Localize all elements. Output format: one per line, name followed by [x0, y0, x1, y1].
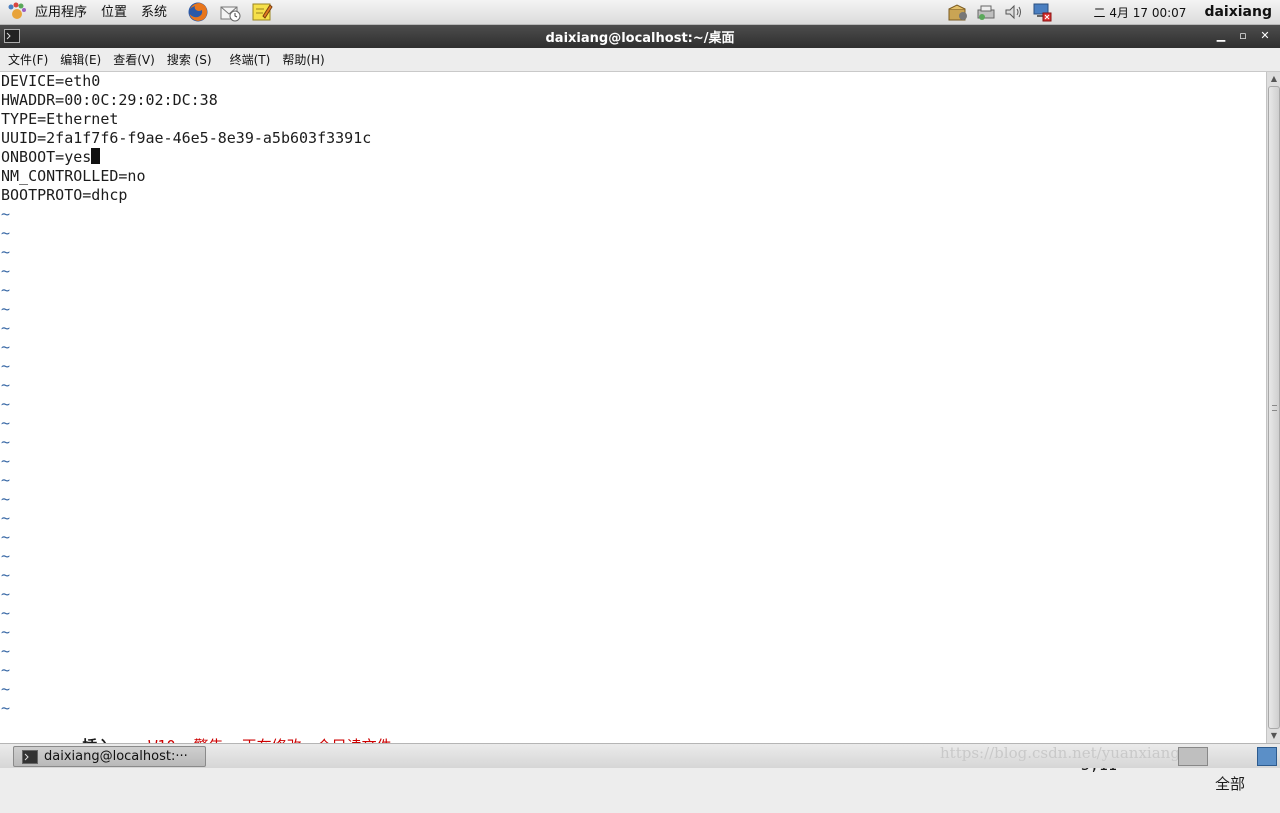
- empty-line-tilde: ~: [1, 642, 11, 660]
- empty-line-tilde: ~: [1, 357, 11, 375]
- scroll-down-icon[interactable]: ▼: [1268, 730, 1280, 742]
- vim-status-line: -- 插入 -- W10: 警告: 正在修改一个只读文件 5,11 全部: [1, 718, 1265, 793]
- notes-icon[interactable]: [250, 1, 274, 23]
- panel-menu-applications[interactable]: 应用程序: [28, 0, 94, 25]
- workspace-switcher[interactable]: [1257, 747, 1277, 766]
- window-titlebar[interactable]: daixiang@localhost:~/桌面 ▁ ▫ ✕: [0, 25, 1280, 48]
- network-printer-icon[interactable]: [974, 1, 998, 23]
- taskbar-terminal-button[interactable]: daixiang@localhost:···: [13, 746, 206, 767]
- show-desktop-icon[interactable]: [1178, 747, 1208, 766]
- scroll-thumb[interactable]: [1268, 86, 1280, 729]
- scroll-grip: [1272, 405, 1277, 411]
- empty-line-tilde: ~: [1, 490, 11, 508]
- panel-menu: 应用程序 位置 系统: [0, 0, 174, 25]
- file-line-cursor: ONBOOT=yes: [1, 148, 101, 167]
- empty-line-tilde: ~: [1, 395, 11, 413]
- panel-user[interactable]: daixiang: [1204, 4, 1272, 20]
- watermark: https://blog.csdn.net/yuanxiang01: [940, 744, 1200, 762]
- scroll-position: 全部: [1214, 775, 1245, 793]
- empty-line-tilde: ~: [1, 604, 11, 622]
- scroll-up-icon[interactable]: ▲: [1268, 73, 1280, 85]
- panel-clock[interactable]: 二 4月 17 00:07: [1094, 4, 1187, 21]
- empty-line-tilde: ~: [1, 205, 11, 223]
- terminal-menubar: 文件(F) 编辑(E) 查看(V) 搜索 (S) 终端(T) 帮助(H): [0, 48, 1280, 72]
- system-tray: 二 4月 17 00:07 daixiang: [944, 0, 1280, 25]
- empty-line-tilde: ~: [1, 338, 11, 356]
- volume-icon[interactable]: [1002, 1, 1026, 23]
- empty-line-tilde: ~: [1, 376, 11, 394]
- update-icon[interactable]: [946, 1, 970, 23]
- empty-line-tilde: ~: [1, 414, 11, 432]
- taskbar-terminal-label: daixiang@localhost:···: [44, 749, 188, 764]
- file-line: HWADDR=00:0C:29:02:DC:38: [1, 91, 218, 109]
- text-cursor: [91, 148, 101, 164]
- empty-line-tilde: ~: [1, 528, 11, 546]
- close-icon[interactable]: ✕: [1254, 27, 1276, 45]
- bottom-panel: daixiang@localhost:··· https://blog.csdn…: [0, 743, 1280, 768]
- file-line: ONBOOT=yes: [1, 148, 92, 166]
- launchers: [182, 1, 278, 23]
- firefox-icon[interactable]: [186, 1, 210, 23]
- empty-line-tilde: ~: [1, 471, 11, 489]
- empty-line-tilde: ~: [1, 300, 11, 318]
- empty-line-tilde: ~: [1, 243, 11, 261]
- empty-line-tilde: ~: [1, 262, 11, 280]
- file-line: TYPE=Ethernet: [1, 110, 119, 128]
- file-line: NM_CONTROLLED=no: [1, 167, 146, 185]
- panel-menu-system[interactable]: 系统: [134, 0, 174, 25]
- menu-view[interactable]: 查看(V): [107, 48, 161, 72]
- minimize-icon[interactable]: ▁: [1210, 27, 1232, 45]
- empty-line-tilde: ~: [1, 547, 11, 565]
- gnome-foot-icon[interactable]: [6, 1, 28, 23]
- vertical-scrollbar[interactable]: ▲ ▼: [1266, 72, 1280, 743]
- file-line: UUID=2fa1f7f6-f9ae-46e5-8e39-a5b603f3391…: [1, 129, 372, 147]
- empty-line-tilde: ~: [1, 224, 11, 242]
- empty-line-tilde: ~: [1, 585, 11, 603]
- menu-edit[interactable]: 编辑(E): [54, 48, 107, 72]
- window-title: daixiang@localhost:~/桌面: [545, 31, 735, 46]
- empty-line-tilde: ~: [1, 319, 11, 337]
- terminal-output[interactable]: DEVICE=eth0 HWADDR=00:0C:29:02:DC:38 TYP…: [0, 72, 1266, 793]
- maximize-icon[interactable]: ▫: [1232, 27, 1254, 45]
- empty-line-tilde: ~: [1, 680, 11, 698]
- empty-line-tilde: ~: [1, 699, 11, 717]
- terminal-icon: [4, 29, 20, 43]
- mail-icon[interactable]: [218, 1, 242, 23]
- empty-line-tilde: ~: [1, 452, 11, 470]
- file-line: DEVICE=eth0: [1, 72, 101, 90]
- empty-line-tilde: ~: [1, 509, 11, 527]
- empty-line-tilde: ~: [1, 661, 11, 679]
- file-line: BOOTPROTO=dhcp: [1, 186, 128, 204]
- top-panel: 应用程序 位置 系统 二 4月 17 00:07 daixiang: [0, 0, 1280, 25]
- empty-line-tilde: ~: [1, 433, 11, 451]
- window-buttons: ▁ ▫ ✕: [1210, 27, 1276, 45]
- network-icon[interactable]: [1030, 1, 1054, 23]
- terminal-icon: [22, 749, 38, 764]
- panel-menu-places[interactable]: 位置: [94, 0, 134, 25]
- empty-line-tilde: ~: [1, 623, 11, 641]
- empty-line-tilde: ~: [1, 281, 11, 299]
- menu-help[interactable]: 帮助(H): [276, 48, 330, 72]
- menu-search[interactable]: 搜索 (S): [161, 48, 218, 72]
- terminal-window: daixiang@localhost:~/桌面 ▁ ▫ ✕ 文件(F) 编辑(E…: [0, 25, 1280, 793]
- empty-line-tilde: ~: [1, 566, 11, 584]
- menu-terminal[interactable]: 终端(T): [224, 48, 277, 72]
- menu-file[interactable]: 文件(F): [2, 48, 54, 72]
